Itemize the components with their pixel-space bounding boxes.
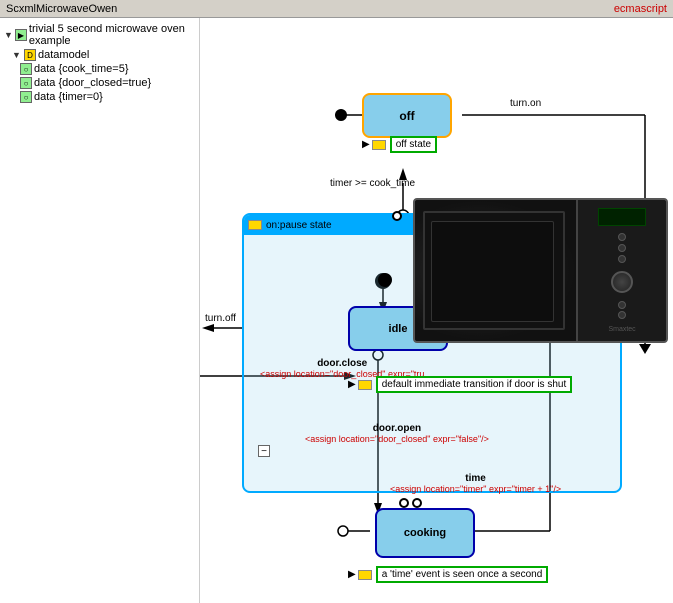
tree-datamodel-label: datamodel: [38, 49, 89, 61]
arrow-right-icon3: ▶: [348, 569, 356, 580]
door-open-label: door.open <assign location="door_closed"…: [305, 423, 489, 444]
window-title: ScxmlMicrowaveOwen: [6, 3, 117, 15]
arrow-right-icon: ▶: [362, 139, 370, 150]
panel-btn-2: [618, 244, 626, 252]
microwave-body: Smaxtec: [415, 200, 666, 341]
door-open-assign: <assign location="door_closed" expr="fal…: [305, 434, 489, 444]
on-state-header-label: on:pause state: [266, 220, 332, 231]
tree-expand-datamodel[interactable]: ▼: [12, 50, 22, 60]
lang-label: ecmascript: [614, 3, 667, 15]
time-assign: <assign location="timer" expr="timer + 1…: [390, 484, 561, 494]
turn-off-label: turn.off: [205, 313, 236, 324]
idle-circle-2: [392, 211, 402, 221]
tree-root-icon: ▶: [15, 29, 27, 41]
tree-datamodel[interactable]: ▼ D datamodel: [12, 48, 195, 62]
default-immediate-bar: ▶ default immediate transition if door i…: [348, 376, 572, 393]
default-imm-status: default immediate transition if door is …: [376, 376, 573, 393]
tree-expand-root[interactable]: ▼: [4, 30, 13, 40]
tree-data-icon-3: ○: [20, 91, 32, 103]
tree-panel: ▼ ▶ trivial 5 second microwave oven exam…: [0, 18, 200, 603]
tree-data-1[interactable]: ○ data {cook_time=5}: [20, 62, 195, 76]
tree-data-label-1: data {cook_time=5}: [34, 63, 129, 75]
tree-data-label-3: data {timer=0}: [34, 91, 103, 103]
state-off[interactable]: off: [362, 93, 452, 138]
title-bar: ScxmlMicrowaveOwen ecmascript: [0, 0, 673, 18]
microwave-door: [415, 200, 578, 341]
cooking-circle-1: [399, 498, 409, 508]
cooking-circle-2: [412, 498, 422, 508]
panel-btn-1: [618, 233, 626, 241]
state-off-label: off: [399, 109, 414, 123]
default-imm-icon: [358, 380, 372, 390]
panel-btn-5: [618, 311, 626, 319]
diagram-area: off ▶ off state turn.on timer >= cook_ti…: [200, 18, 673, 603]
timer-cond-label: timer >= cook_time: [330, 178, 415, 189]
tree-data-icon-1: ○: [20, 63, 32, 75]
state-cooking[interactable]: cooking: [375, 508, 475, 558]
tree-data-icon-2: ○: [20, 77, 32, 89]
off-state-status: off state: [390, 136, 437, 153]
panel-display: [598, 208, 646, 226]
microwave-image: Smaxtec: [413, 198, 668, 343]
tree-root-label: trivial 5 second microwave oven example: [29, 23, 195, 47]
turn-on-label: turn.on: [510, 98, 541, 109]
state-cooking-label: cooking: [404, 527, 446, 539]
panel-btn-3: [618, 255, 626, 263]
off-state-label-bar: ▶ off state: [362, 136, 437, 153]
tree-data-2[interactable]: ○ data {door_closed=true}: [20, 76, 195, 90]
time-event-status: a 'time' event is seen once a second: [376, 566, 549, 583]
off-state-icon: [372, 140, 386, 150]
on-initial-dot: [378, 273, 392, 287]
time-event-bar: ▶ a 'time' event is seen once a second: [348, 566, 548, 583]
panel-dial: [611, 271, 633, 293]
tree-data-3[interactable]: ○ data {timer=0}: [20, 90, 195, 104]
tree-data-label-2: data {door_closed=true}: [34, 77, 151, 89]
panel-btn-4: [618, 301, 626, 309]
time-event-icon: [358, 570, 372, 580]
state-idle-label: idle: [389, 323, 408, 335]
tree-root[interactable]: ▼ ▶ trivial 5 second microwave oven exam…: [4, 22, 195, 48]
tree-datamodel-icon: D: [24, 49, 36, 61]
brand-label: Smaxtec: [608, 326, 635, 333]
minus-icon: −: [258, 445, 270, 457]
microwave-panel: Smaxtec: [578, 200, 666, 341]
main-container: ▼ ▶ trivial 5 second microwave oven exam…: [0, 18, 673, 603]
on-state-header-icon: [248, 220, 262, 230]
arrow-right-icon2: ▶: [348, 379, 356, 390]
time-label: time <assign location="timer" expr="time…: [390, 473, 561, 494]
